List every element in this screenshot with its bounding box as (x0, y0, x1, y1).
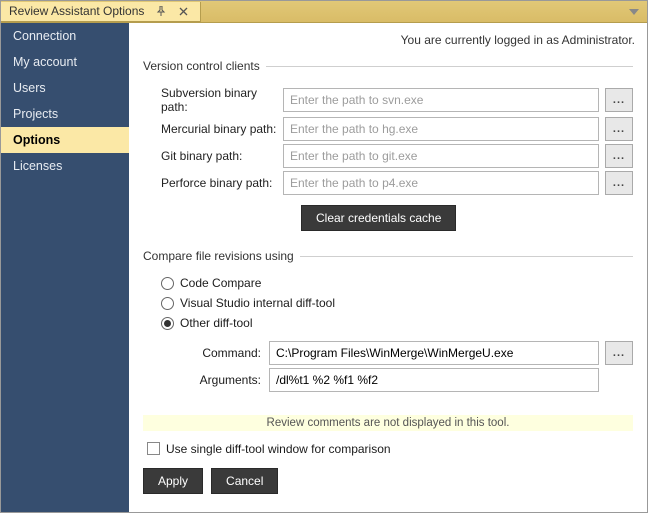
apply-button[interactable]: Apply (143, 468, 203, 494)
radio-code-compare[interactable] (161, 277, 174, 290)
radio-vs-diff-row[interactable]: Visual Studio internal diff-tool (143, 293, 633, 313)
single-window-row[interactable]: Use single diff-tool window for comparis… (129, 431, 647, 460)
svn-path-input[interactable] (283, 88, 599, 112)
sidebar-item-licenses[interactable]: Licenses (1, 153, 129, 179)
svn-label: Subversion binary path: (143, 86, 283, 114)
warning-banner: Review comments are not displayed in thi… (143, 415, 633, 431)
vcs-legend: Version control clients (143, 59, 266, 73)
git-label: Git binary path: (143, 149, 283, 163)
footer: Apply Cancel (129, 460, 647, 494)
compare-legend: Compare file revisions using (143, 249, 300, 263)
main-panel: You are currently logged in as Administr… (129, 23, 647, 512)
login-status: You are currently logged in as Administr… (129, 23, 647, 55)
single-window-checkbox[interactable] (147, 442, 160, 455)
git-browse-button[interactable]: ... (605, 144, 633, 168)
command-input[interactable] (269, 341, 599, 365)
window-menu-icon[interactable] (625, 3, 643, 21)
compare-fieldset: Compare file revisions using Code Compar… (143, 249, 633, 399)
radio-code-compare-row[interactable]: Code Compare (143, 273, 633, 293)
p4-browse-button[interactable]: ... (605, 171, 633, 195)
sidebar-item-connection[interactable]: Connection (1, 23, 129, 49)
close-icon[interactable] (174, 2, 192, 20)
options-window: Review Assistant Options Connection My a… (0, 0, 648, 513)
single-window-label: Use single diff-tool window for comparis… (166, 442, 391, 456)
hg-label: Mercurial binary path: (143, 122, 283, 136)
sidebar-item-projects[interactable]: Projects (1, 101, 129, 127)
cancel-button[interactable]: Cancel (211, 468, 278, 494)
radio-other-diff-row[interactable]: Other diff-tool (143, 313, 633, 333)
title-tab[interactable]: Review Assistant Options (1, 2, 201, 22)
svn-browse-button[interactable]: ... (605, 88, 633, 112)
radio-vs-diff-label: Visual Studio internal diff-tool (180, 296, 335, 310)
sidebar-item-options[interactable]: Options (1, 127, 129, 153)
sidebar-item-users[interactable]: Users (1, 75, 129, 101)
pin-icon[interactable] (152, 2, 170, 20)
radio-other-diff-label: Other diff-tool (180, 316, 252, 330)
hg-path-input[interactable] (283, 117, 599, 141)
titlebar: Review Assistant Options (1, 1, 647, 23)
hg-browse-button[interactable]: ... (605, 117, 633, 141)
sidebar: Connection My account Users Projects Opt… (1, 23, 129, 512)
command-browse-button[interactable]: ... (605, 341, 633, 365)
arguments-input[interactable] (269, 368, 599, 392)
radio-vs-diff[interactable] (161, 297, 174, 310)
radio-other-diff[interactable] (161, 317, 174, 330)
p4-path-input[interactable] (283, 171, 599, 195)
p4-label: Perforce binary path: (143, 176, 283, 190)
git-path-input[interactable] (283, 144, 599, 168)
arguments-label: Arguments: (183, 373, 269, 387)
radio-code-compare-label: Code Compare (180, 276, 261, 290)
command-label: Command: (183, 346, 269, 360)
clear-credentials-button[interactable]: Clear credentials cache (301, 205, 456, 231)
vcs-fieldset: Version control clients Subversion binar… (143, 59, 633, 237)
window-title: Review Assistant Options (9, 4, 144, 18)
sidebar-item-my-account[interactable]: My account (1, 49, 129, 75)
